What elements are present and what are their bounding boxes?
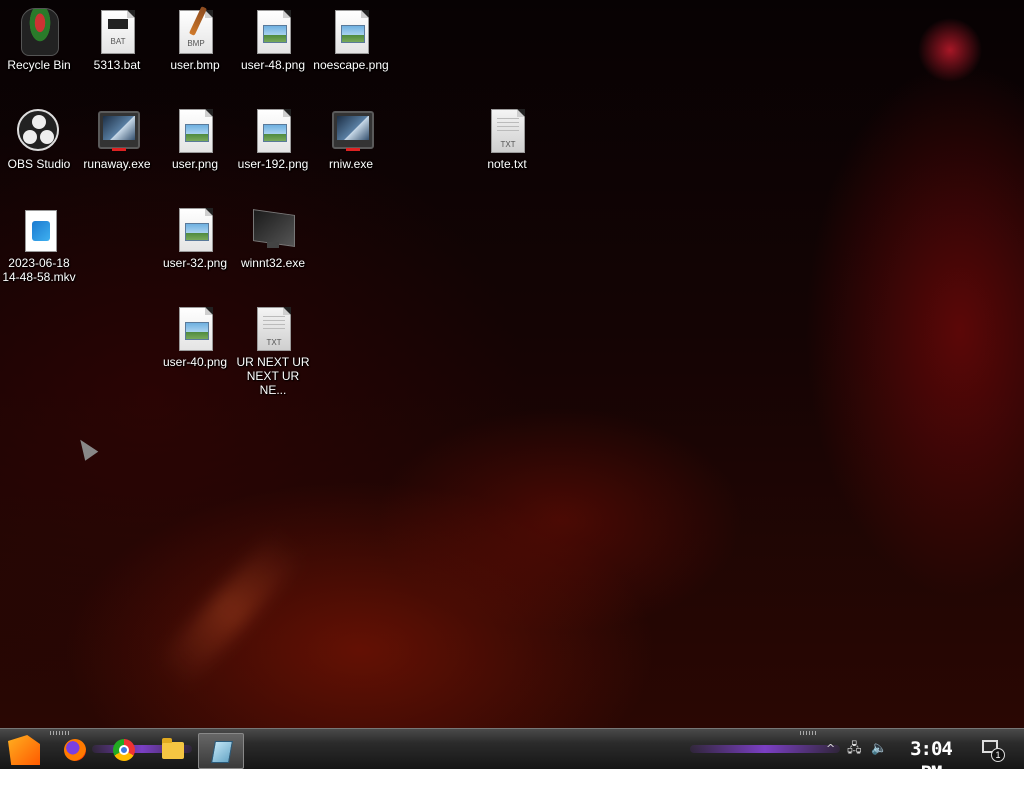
image-file-icon: [179, 307, 213, 351]
icon-label: Recycle Bin: [7, 58, 71, 72]
notepad-icon: [211, 741, 233, 763]
notification-count-badge: 1: [991, 748, 1005, 762]
icon-label: OBS Studio: [7, 157, 71, 171]
desktop-icon-noescape-png[interactable]: noescape.png: [312, 8, 390, 72]
taskbar: ^ 🖧 🔈 3:04 PM 1: [0, 728, 1024, 784]
icon-label: runaway.exe: [83, 157, 151, 171]
desktop-icon-rniw-exe[interactable]: rniw.exe: [312, 107, 390, 171]
notification-icon[interactable]: 1: [982, 740, 1005, 762]
bat-file-icon: BAT: [101, 10, 135, 54]
network-icon[interactable]: 🖧: [847, 741, 862, 757]
image-file-icon: [257, 10, 291, 54]
taskbar-decoration: [800, 731, 816, 735]
desktop-icon-winnt32-exe[interactable]: winnt32.exe: [234, 206, 312, 270]
exe-monitor-icon: [332, 111, 374, 151]
icon-label: note.txt: [487, 157, 527, 171]
image-file-icon: [257, 109, 291, 153]
desktop-icon-ur-next-txt[interactable]: TXT UR NEXT UR NEXT UR NE...: [234, 305, 312, 397]
image-file-icon: [335, 10, 369, 54]
icon-label: winnt32.exe: [240, 256, 306, 270]
chrome-icon: [113, 739, 135, 761]
desktop-icon-runaway-exe[interactable]: runaway.exe: [78, 107, 156, 171]
taskbar-chrome[interactable]: [111, 737, 137, 763]
desktop-icon-user-40-png[interactable]: user-40.png: [156, 305, 234, 369]
text-file-icon: TXT: [491, 109, 525, 153]
icon-label: user-32.png: [162, 256, 228, 270]
recycle-bin-icon: [21, 8, 59, 56]
icon-label: rniw.exe: [328, 157, 374, 171]
desktop-icon-5313-bat[interactable]: BAT 5313.bat: [78, 8, 156, 72]
folder-icon: [162, 737, 184, 759]
tray-overflow-chevron[interactable]: ^: [826, 741, 835, 757]
exe-monitor-icon: [98, 111, 140, 151]
desktop-icon-note-txt[interactable]: TXT note.txt: [468, 107, 546, 171]
desktop-icon-recycle-bin[interactable]: Recycle Bin: [0, 8, 78, 72]
desktop-icon-user-48-png[interactable]: user-48.png: [234, 8, 312, 72]
firefox-icon: [64, 739, 86, 761]
obs-studio-icon: [17, 109, 59, 151]
icon-label: user-192.png: [237, 157, 309, 171]
media-file-icon: [25, 210, 57, 252]
light-streak: [154, 529, 306, 691]
desktop[interactable]: Recycle Bin BAT 5313.bat BMP user.bmp us…: [0, 0, 1024, 728]
taskbar-file-explorer[interactable]: [160, 737, 186, 763]
desktop-icon-obs-studio[interactable]: OBS Studio: [0, 107, 78, 171]
desktop-icon-user-png[interactable]: user.png: [156, 107, 234, 171]
mouse-cursor: [73, 435, 99, 461]
icon-label: user-48.png: [240, 58, 306, 72]
volume-icon[interactable]: 🔈: [871, 741, 887, 757]
icon-label: user.png: [171, 157, 219, 171]
desktop-icon-user-32-png[interactable]: user-32.png: [156, 206, 234, 270]
image-file-icon: [179, 109, 213, 153]
icon-label: 5313.bat: [93, 58, 141, 72]
icon-label: noescape.png: [313, 58, 389, 72]
desktop-icon-user-bmp[interactable]: BMP user.bmp: [156, 6, 234, 72]
icon-label: user.bmp: [170, 58, 220, 72]
text-file-icon: TXT: [257, 307, 291, 351]
icon-label: UR NEXT UR NEXT UR NE...: [236, 355, 310, 397]
taskbar-firefox[interactable]: [62, 737, 88, 763]
desktop-icon-mkv-video[interactable]: 2023-06-18 14-48-58.mkv: [0, 206, 78, 284]
taskbar-active-notepad[interactable]: [198, 733, 244, 769]
desktop-icon-user-192-png[interactable]: user-192.png: [234, 107, 312, 171]
taskbar-clock[interactable]: 3:04 PM: [900, 737, 962, 784]
image-file-icon: [179, 208, 213, 252]
icon-label: 2023-06-18 14-48-58.mkv: [2, 256, 76, 284]
icon-label: user-40.png: [162, 355, 228, 369]
start-orb-icon[interactable]: [8, 735, 40, 765]
taskbar-accent-bar: [690, 745, 840, 753]
taskbar-decoration: [50, 731, 70, 735]
